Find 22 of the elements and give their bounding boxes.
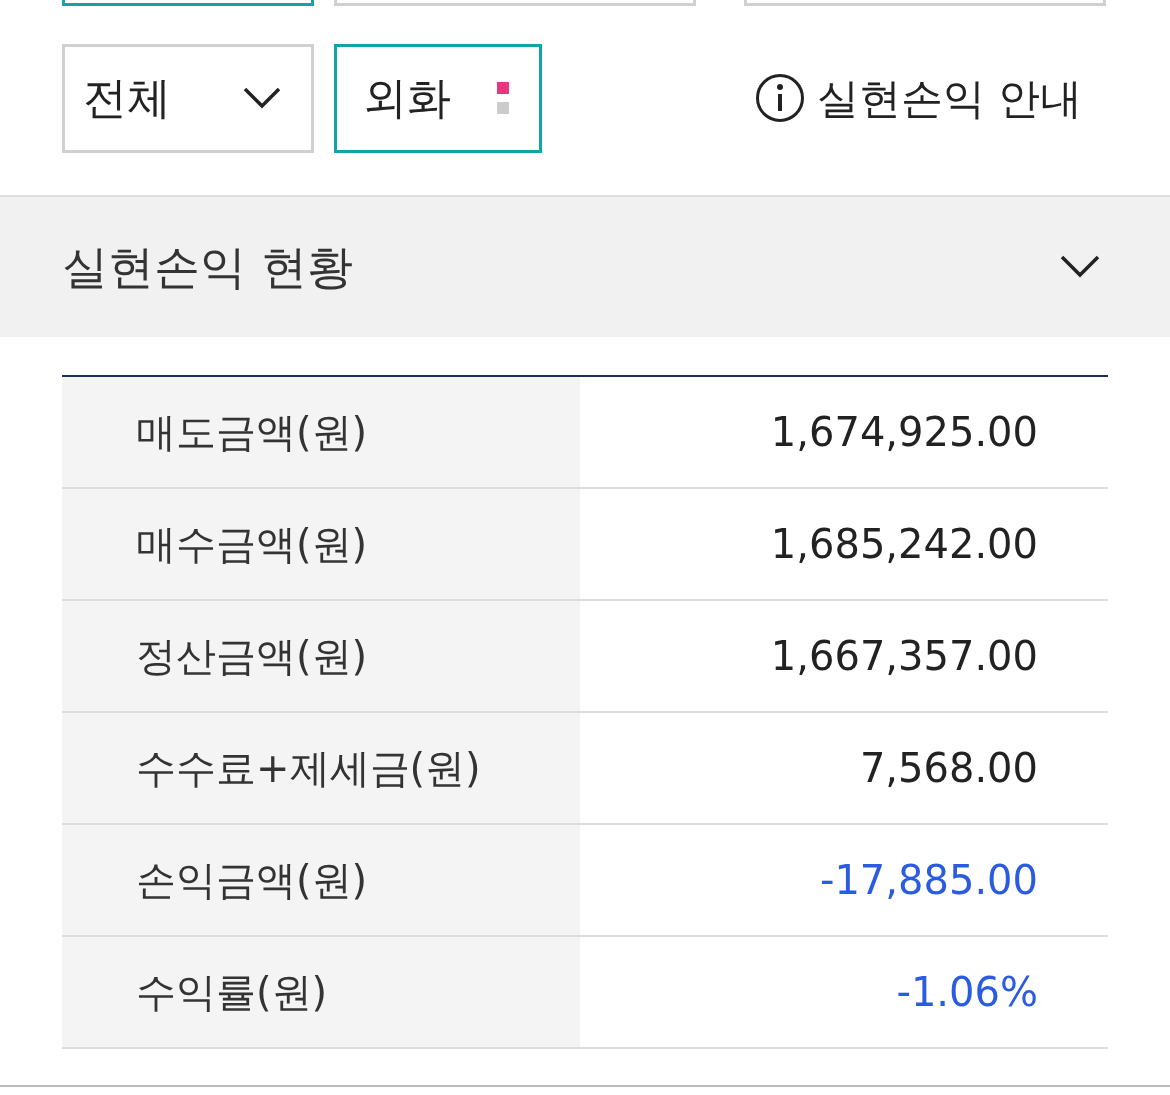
info-link[interactable]: 실현손익 안내: [754, 66, 1082, 130]
row-label: 수익률(원): [136, 968, 328, 1017]
row-label: 손익금액(원): [136, 856, 368, 905]
currency-dropdown[interactable]: 외화: [334, 43, 542, 153]
row-value: -1.06%: [896, 968, 1038, 1017]
chevron-down-icon: [243, 87, 281, 109]
row-label: 수수료+제세금(원): [136, 744, 481, 793]
row-value: 1,685,242.00: [770, 520, 1038, 569]
tab-button[interactable]: [62, 0, 314, 6]
row-value: -17,885.00: [820, 856, 1038, 905]
category-dropdown[interactable]: 전체: [62, 43, 314, 153]
dots-icon: [497, 82, 509, 114]
tab-button[interactable]: [334, 0, 696, 6]
row-label: 매수금액(원): [136, 520, 368, 569]
row-value: 1,674,925.00: [770, 408, 1038, 457]
info-icon: [754, 73, 805, 123]
row-label: 매도금액(원): [136, 408, 368, 457]
row-value: 1,667,357.00: [770, 632, 1038, 681]
section-header[interactable]: 실현손익 현황: [0, 195, 1170, 337]
tab-button[interactable]: [744, 0, 1106, 6]
row-label: 정산금액(원): [136, 632, 368, 681]
row-value: 7,568.00: [859, 744, 1038, 793]
